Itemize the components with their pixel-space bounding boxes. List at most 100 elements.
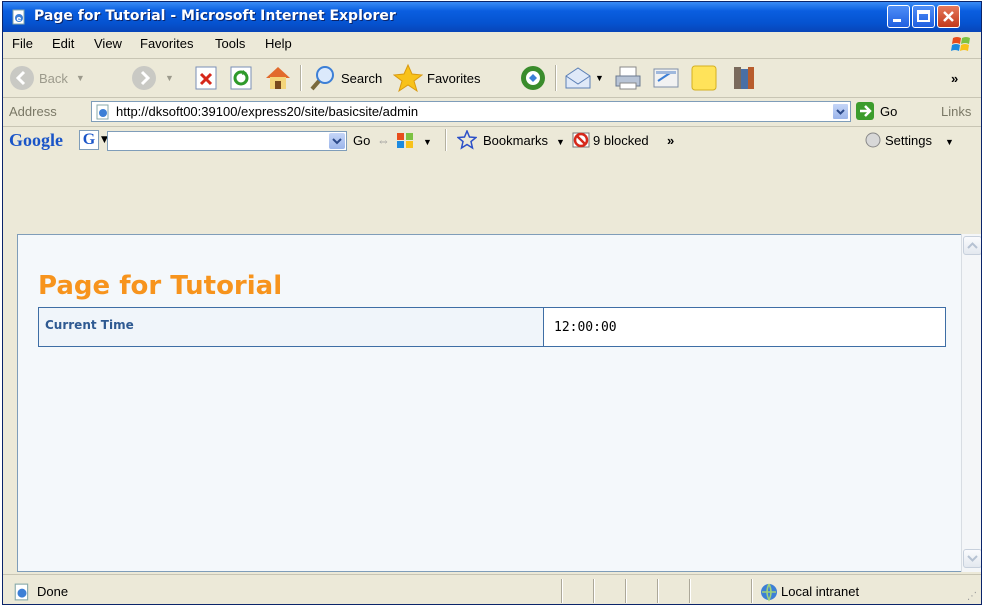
google-news-icon[interactable] bbox=[395, 130, 417, 150]
toolbar-overflow-chevron-icon[interactable]: » bbox=[951, 63, 958, 93]
google-overflow-chevron-icon[interactable]: » bbox=[667, 133, 674, 148]
stop-button[interactable] bbox=[193, 63, 219, 93]
menu-file[interactable]: File bbox=[12, 36, 33, 51]
go-button[interactable]: Go bbox=[855, 101, 897, 121]
scroll-down-button[interactable] bbox=[963, 549, 981, 568]
favorites-button[interactable]: Favorites bbox=[393, 63, 480, 93]
chevron-down-icon bbox=[836, 109, 845, 115]
status-divider bbox=[561, 579, 563, 603]
search-label: Search bbox=[341, 70, 383, 86]
chevron-up-icon bbox=[967, 242, 978, 249]
edit-button[interactable] bbox=[651, 63, 681, 93]
svg-text:e: e bbox=[17, 15, 22, 23]
home-icon bbox=[266, 67, 290, 89]
address-label: Address bbox=[9, 104, 57, 119]
google-search-dropdown[interactable] bbox=[329, 133, 345, 149]
maximize-button[interactable] bbox=[912, 5, 935, 28]
google-go-button[interactable]: Go bbox=[353, 133, 370, 148]
page-content: Page for Tutorial Current Time 12:00:00 bbox=[17, 234, 961, 572]
status-divider bbox=[625, 579, 627, 603]
popup-blocked-count[interactable]: 9 blocked bbox=[593, 133, 649, 148]
google-news-dropdown-icon[interactable]: ▼ bbox=[423, 137, 432, 147]
maximize-icon bbox=[917, 10, 930, 22]
back-dropdown-icon[interactable]: ▼ bbox=[76, 73, 85, 83]
windows-logo-icon bbox=[951, 37, 970, 51]
close-button[interactable] bbox=[937, 5, 960, 28]
mail-dropdown-icon[interactable]: ▼ bbox=[595, 73, 604, 83]
links-button[interactable]: Links bbox=[941, 104, 971, 119]
current-time-label: Current Time bbox=[39, 308, 544, 346]
title-bar[interactable]: e Page for Tutorial - Microsoft Internet… bbox=[3, 2, 981, 32]
chevron-down-icon bbox=[332, 138, 342, 145]
status-divider bbox=[657, 579, 659, 603]
refresh-button[interactable] bbox=[228, 63, 254, 93]
address-url: http://dksoft00:39100/express20/site/bas… bbox=[116, 104, 419, 119]
settings-button[interactable]: Settings bbox=[885, 133, 932, 148]
menu-tools[interactable]: Tools bbox=[215, 36, 245, 51]
toolbar-separator bbox=[300, 65, 302, 91]
settings-circle-icon bbox=[865, 132, 881, 148]
toolbar-area: Back ▼ ▼ Search Favorites ▼ » Address ht… bbox=[3, 59, 981, 151]
google-toolbar: Google G ▼ Go ⇔ ▼ Bookmarks ▼ 9 blocked … bbox=[3, 127, 981, 153]
back-arrow-icon bbox=[10, 66, 34, 90]
bookmarks-dropdown-icon[interactable]: ▼ bbox=[556, 137, 565, 147]
google-options-arrow-icon[interactable]: ⇔ bbox=[377, 133, 390, 148]
back-button[interactable]: Back ▼ bbox=[9, 63, 85, 93]
media-button[interactable] bbox=[519, 63, 547, 93]
research-button[interactable] bbox=[729, 63, 759, 93]
research-books-icon bbox=[734, 67, 754, 89]
ie-page-icon: e bbox=[12, 9, 25, 25]
popup-blocker-icon bbox=[572, 132, 590, 148]
ie-page-icon bbox=[14, 583, 29, 601]
edit-page-icon bbox=[653, 68, 679, 88]
security-zone-label: Local intranet bbox=[781, 584, 860, 599]
status-divider bbox=[751, 579, 753, 603]
close-icon bbox=[943, 11, 954, 22]
window-title: Page for Tutorial - Microsoft Internet E… bbox=[34, 8, 396, 24]
go-label: Go bbox=[880, 103, 898, 119]
resize-grip-icon[interactable]: ⋰ bbox=[967, 591, 977, 602]
forward-dropdown-icon[interactable]: ▼ bbox=[165, 73, 174, 83]
minimize-icon bbox=[893, 19, 901, 22]
google-g-icon[interactable]: G bbox=[79, 130, 99, 150]
toolbar-separator bbox=[445, 129, 447, 151]
info-table: Current Time 12:00:00 bbox=[38, 307, 946, 347]
search-button[interactable]: Search bbox=[309, 63, 382, 93]
scroll-up-button[interactable] bbox=[963, 236, 981, 255]
minimize-button[interactable] bbox=[887, 5, 910, 28]
mail-icon bbox=[565, 67, 591, 89]
refresh-icon bbox=[230, 66, 252, 90]
toolbar-separator bbox=[555, 65, 557, 91]
standard-buttons-bar: Back ▼ ▼ Search Favorites ▼ » bbox=[3, 59, 981, 98]
search-icon bbox=[310, 66, 334, 91]
print-button[interactable] bbox=[613, 63, 643, 93]
status-divider bbox=[593, 579, 595, 603]
stop-icon bbox=[195, 66, 217, 90]
favorites-star-icon bbox=[393, 63, 423, 93]
menu-edit[interactable]: Edit bbox=[52, 36, 74, 51]
back-label: Back bbox=[39, 70, 68, 86]
address-dropdown-button[interactable] bbox=[832, 103, 849, 120]
mail-button[interactable]: ▼ bbox=[563, 63, 604, 93]
address-bar: Address http://dksoft00:39100/express20/… bbox=[3, 98, 981, 127]
sticky-note-icon bbox=[691, 65, 717, 91]
bookmarks-button[interactable]: Bookmarks bbox=[483, 133, 548, 148]
menu-view[interactable]: View bbox=[94, 36, 122, 51]
menu-help[interactable]: Help bbox=[265, 36, 292, 51]
settings-dropdown-icon[interactable]: ▼ bbox=[945, 137, 954, 147]
local-intranet-icon bbox=[761, 583, 777, 602]
address-input[interactable]: http://dksoft00:39100/express20/site/bas… bbox=[91, 101, 851, 122]
home-button[interactable] bbox=[263, 63, 293, 93]
forward-button[interactable]: ▼ bbox=[131, 63, 174, 93]
browser-window: e Page for Tutorial - Microsoft Internet… bbox=[2, 1, 982, 605]
google-search-input[interactable] bbox=[107, 131, 347, 151]
menu-favorites[interactable]: Favorites bbox=[140, 36, 193, 51]
google-logo[interactable]: Google bbox=[9, 130, 63, 151]
current-time-value: 12:00:00 bbox=[554, 320, 617, 335]
discuss-button[interactable] bbox=[689, 63, 719, 93]
status-text: Done bbox=[37, 584, 69, 599]
status-bar: Done Local intranet ⋰ bbox=[3, 574, 981, 604]
ie-page-icon bbox=[96, 104, 109, 120]
menu-bar: File Edit View Favorites Tools Help bbox=[3, 32, 981, 59]
vertical-scrollbar[interactable] bbox=[961, 234, 981, 572]
